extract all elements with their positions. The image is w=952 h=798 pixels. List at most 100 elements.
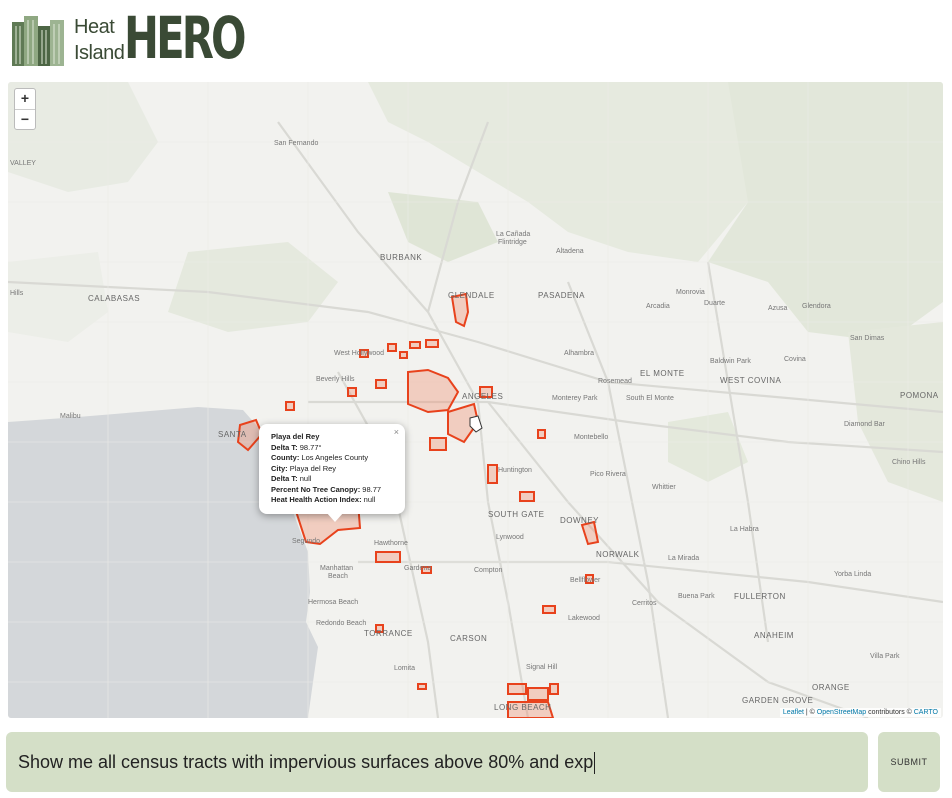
place-label: TORRANCE xyxy=(364,629,413,638)
popup-key: City: xyxy=(271,463,288,473)
buildings-logo-icon xyxy=(12,16,64,66)
carto-link[interactable]: CARTO xyxy=(914,709,938,716)
place-label: Arcadia xyxy=(646,303,670,310)
place-label: Montebello xyxy=(574,434,609,441)
place-label: Alhambra xyxy=(564,350,594,357)
place-label: NORWALK xyxy=(596,550,640,559)
popup-title-row: Playa del Rey xyxy=(271,432,393,443)
place-label: Altadena xyxy=(556,248,584,255)
popup-key: Percent No Tree Canopy: xyxy=(271,484,361,494)
place-label: South El Monte xyxy=(626,395,674,402)
attribution-sep: | © xyxy=(803,709,817,716)
popup-value: null xyxy=(297,474,312,483)
place-label: Buena Park xyxy=(678,593,715,600)
query-input[interactable]: Show me all census tracts with imperviou… xyxy=(6,732,868,792)
popup-value: null xyxy=(361,495,376,504)
zoom-in-button[interactable]: + xyxy=(15,89,35,109)
place-label: Villa Park xyxy=(870,653,900,660)
popup-key: Delta T: xyxy=(271,474,298,483)
popup-row: Delta T: null xyxy=(271,474,393,485)
query-text: Show me all census tracts with imperviou… xyxy=(18,752,594,772)
place-label: La Mirada xyxy=(668,555,700,562)
place-label: Huntington xyxy=(498,467,532,474)
place-label: San Dimas xyxy=(850,335,885,342)
place-label: SANTA xyxy=(218,430,247,439)
place-label: LONG BEACH xyxy=(494,703,552,712)
place-label: Yorba Linda xyxy=(834,571,872,578)
place-label: VALLEY xyxy=(10,160,36,167)
place-label: ANAHEIM xyxy=(754,631,794,640)
osm-link[interactable]: OpenStreetMap xyxy=(817,709,866,716)
place-label: Segundo xyxy=(292,538,321,545)
place-label: Azusa xyxy=(768,305,788,312)
place-label: Covina xyxy=(784,356,806,363)
place-label: Hills xyxy=(10,290,24,297)
place-label: GARDEN GROVE xyxy=(742,696,814,705)
place-label: Rosemead xyxy=(598,378,632,385)
popup-value: Playa del Rey xyxy=(287,463,337,473)
attribution-contrib: contributors © xyxy=(866,709,914,716)
place-label: Hawthorne xyxy=(374,540,408,547)
place-label: CARSON xyxy=(450,634,488,643)
place-label: PASADENA xyxy=(538,291,585,300)
place-label: FULLERTON xyxy=(734,592,786,601)
brand-subtitle: Heat Island xyxy=(74,14,125,66)
place-label: GLENDALE xyxy=(448,291,495,300)
place-label: Manhattan xyxy=(320,565,354,572)
place-label: Whittier xyxy=(652,484,676,491)
popup-title: Playa del Rey xyxy=(271,432,320,441)
place-label: Pico Rivera xyxy=(590,471,626,478)
place-label: EL MONTE xyxy=(640,369,685,378)
popup-close-button[interactable]: × xyxy=(394,427,399,438)
place-label: Beach xyxy=(328,573,348,580)
place-label: Gardena xyxy=(404,565,432,572)
place-label: Lakewood xyxy=(568,615,600,622)
place-label: SOUTH GATE xyxy=(488,510,545,519)
brand-title: HERO xyxy=(124,4,247,72)
place-label: POMONA xyxy=(900,391,939,400)
place-label: West Hollywood xyxy=(334,350,385,357)
leaflet-link[interactable]: Leaflet xyxy=(783,709,804,716)
zoom-control: + − xyxy=(14,88,36,130)
popup-row: County: Los Angeles County xyxy=(271,453,393,464)
place-label: La Habra xyxy=(730,526,759,533)
popup-row: Percent No Tree Canopy: 98.77 xyxy=(271,485,393,496)
map-attribution: Leaflet | © OpenStreetMap contributors ©… xyxy=(779,708,941,717)
place-label: Chino Hills xyxy=(892,459,926,466)
map-view[interactable]: + − VALLEY San Fernando BURBANK La Cañad… xyxy=(8,82,943,718)
place-label: Lomita xyxy=(394,665,416,672)
place-label: Bellflower xyxy=(570,577,601,584)
place-label: Malibu xyxy=(60,413,81,420)
brand-line-island: Island xyxy=(74,42,125,64)
popup-tip xyxy=(326,512,344,522)
place-label: Compton xyxy=(474,567,503,574)
place-label: Hermosa Beach xyxy=(308,599,359,606)
popup-value: 98.77 xyxy=(360,484,382,494)
place-label: Duarte xyxy=(704,300,726,307)
place-label: ANGELES xyxy=(462,392,504,401)
place-label: Lynwood xyxy=(496,534,524,541)
place-label: La Cañada xyxy=(496,231,531,238)
popup-row: Heat Health Action Index: null xyxy=(271,495,393,506)
popup-row: City: Playa del Rey xyxy=(271,464,393,475)
place-label: CALABASAS xyxy=(88,294,141,303)
popup-value: 98.77° xyxy=(297,442,322,452)
popup-row: Delta T: 98.77° xyxy=(271,443,393,454)
place-label: BURBANK xyxy=(380,253,423,262)
popup-value: Los Angeles County xyxy=(299,453,369,462)
zoom-out-button[interactable]: − xyxy=(15,109,35,129)
place-label: Beverly Hills xyxy=(316,376,355,383)
place-label: Signal Hill xyxy=(526,664,558,671)
popup-key: Heat Health Action Index: xyxy=(271,495,362,504)
submit-button[interactable]: SUBMIT xyxy=(878,732,940,792)
place-label: WEST COVINA xyxy=(720,376,782,385)
place-label: Monterey Park xyxy=(552,395,598,402)
place-label: ORANGE xyxy=(812,683,850,692)
popup-key: County: xyxy=(271,453,300,462)
place-label: San Fernando xyxy=(274,140,319,147)
place-label: Cerritos xyxy=(632,600,657,607)
tract-info-popup: × Playa del Rey Delta T: 98.77° County: … xyxy=(259,424,405,514)
text-cursor xyxy=(594,752,596,775)
place-label: Baldwin Park xyxy=(710,358,751,365)
app-header: Heat Island HERO xyxy=(10,4,310,72)
